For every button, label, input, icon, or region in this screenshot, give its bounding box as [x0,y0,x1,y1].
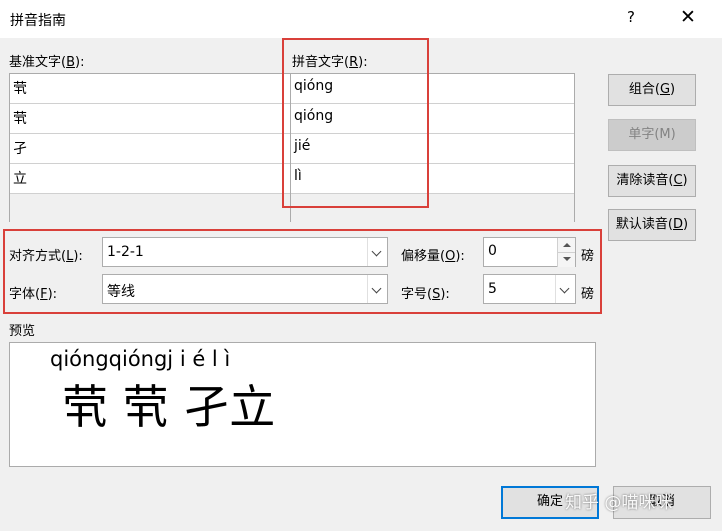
base-text-cell[interactable]: 孑 [10,134,290,164]
alignment-value: 1-2-1 [107,244,144,260]
font-label: 字体(F): [9,287,58,302]
chevron-down-icon[interactable] [555,275,575,303]
spin-down-icon[interactable] [557,252,575,267]
title-bar: 拼音指南 ? ✕ [0,0,722,38]
ruby-text-cell[interactable]: lì [291,164,574,194]
chevron-down-icon[interactable] [367,275,387,303]
size-unit: 磅 [581,287,595,302]
size-value: 5 [488,281,497,297]
ruby-text-grid: qióng qióng jié lì [291,73,575,223]
offset-label: 偏移量(O): [401,249,465,264]
offset-value: 0 [488,243,497,259]
offset-spinner[interactable]: 0 [483,237,576,267]
base-text-label: 基准文字(B): [9,55,85,70]
alignment-label: 对齐方式(L): [9,249,83,264]
size-select[interactable]: 5 [483,274,576,304]
offset-unit: 磅 [581,249,595,264]
preview-ruby-text: qióngqióngj i é l ì [50,347,231,371]
preview-label: 预览 [9,324,36,339]
alignment-select[interactable]: 1-2-1 [102,237,388,267]
chevron-down-icon[interactable] [367,238,387,266]
ruby-text-cell-empty [291,194,574,223]
help-button[interactable]: ? [627,8,635,26]
dialog-title: 拼音指南 [10,13,66,29]
base-text-cell-empty [10,194,290,223]
ruby-text-label: 拼音文字(R): [292,55,368,70]
spin-up-icon[interactable] [557,238,575,252]
preview-base-text: 茕 茕 孑立 [62,380,276,434]
preview-pane: qióngqióngj i é l ì 茕 茕 孑立 [9,342,596,467]
ruby-text-cell[interactable]: jié [291,134,574,164]
font-select[interactable]: 等线 [102,274,388,304]
base-text-grid: 茕 茕 孑 立 [9,73,291,223]
ruby-text-cell[interactable]: qióng [291,104,574,134]
single-char-button[interactable]: 单字(M) [608,119,696,151]
base-text-cell[interactable]: 茕 [10,104,290,134]
clear-reading-button[interactable]: 清除读音(C) [608,165,696,197]
watermark: 知乎 @喵咪咪 [565,493,673,513]
default-reading-button[interactable]: 默认读音(D) [608,209,696,241]
size-label: 字号(S): [401,287,450,302]
font-value: 等线 [107,284,135,300]
ruby-text-cell[interactable]: qióng [291,74,574,104]
base-text-cell[interactable]: 立 [10,164,290,194]
base-text-cell[interactable]: 茕 [10,74,290,104]
combine-button[interactable]: 组合(G) [608,74,696,106]
close-button[interactable]: ✕ [680,6,696,28]
